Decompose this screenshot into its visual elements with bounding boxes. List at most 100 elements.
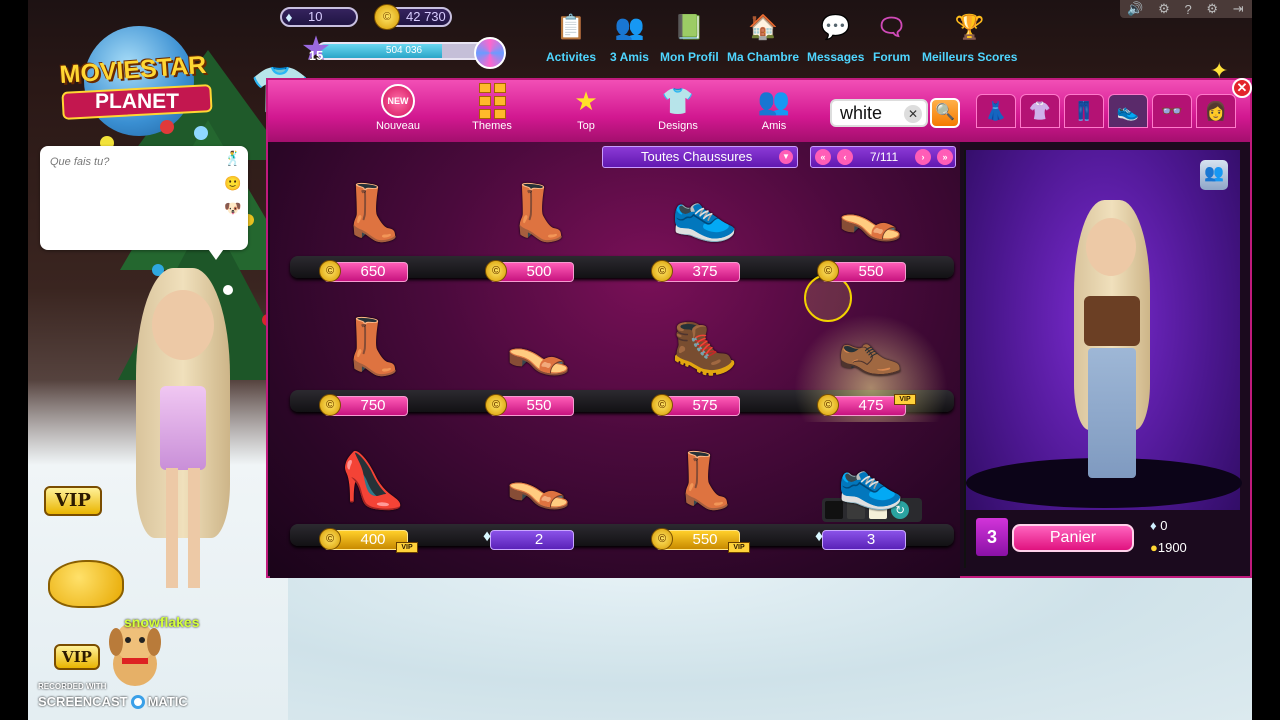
tshirt-icon: 👕 (661, 85, 695, 116)
nav-highscores[interactable]: 🏆 Meilleurs Scores (922, 10, 1017, 65)
tab-top[interactable]: ★ Top (546, 84, 626, 133)
shoe-icon: 👟 (1116, 100, 1140, 121)
diamond-counter[interactable]: ♦ 10 (280, 7, 358, 27)
piggy-bank-icon[interactable] (48, 560, 124, 608)
category-dresses-tab[interactable]: 👗 (976, 94, 1016, 128)
shoe-filter-dropdown[interactable]: Toutes Chaussures ▼ (602, 146, 798, 168)
tab-label: Nouveau (375, 120, 421, 132)
sound-icon[interactable]: 🔊 (1127, 1, 1143, 17)
avatar-preview: 👥 3 Panier ♦ 0 ●1900 (964, 150, 1242, 568)
shop-item[interactable]: 👢 © 550 VIP (622, 442, 788, 556)
nav-label: Forum (873, 50, 911, 64)
shop-item[interactable]: 👢 © 650 (290, 174, 456, 288)
price-value: 550 (692, 531, 718, 548)
pose-icon[interactable]: 🕺 (224, 150, 241, 167)
tab-friends[interactable]: 👥 Amis (734, 84, 814, 133)
face-icon[interactable]: 🙂 (224, 175, 241, 192)
search-button[interactable]: 🔍 (930, 98, 960, 128)
tab-themes[interactable]: Themes (452, 83, 532, 132)
exit-icon[interactable]: ⇥ (1233, 1, 1244, 17)
nav-activites[interactable]: 📋 Activites (546, 10, 596, 65)
friends-icon: 👥 (757, 85, 791, 116)
chat-input-bubble[interactable]: Que fais tu? 🕺 🙂 🐶 (40, 146, 248, 250)
coin-icon: © (485, 260, 507, 282)
category-accessories-tab[interactable]: 👓 (1152, 94, 1192, 128)
category-pants-tab[interactable]: 👖 (1064, 94, 1104, 128)
shop-item[interactable]: 👞 © 475 VIP (788, 308, 954, 422)
top-icon: 👚 (1028, 100, 1052, 121)
shop-item[interactable]: 👢 © 500 (456, 174, 622, 288)
cart-button[interactable]: Panier (1012, 524, 1134, 552)
shoe-image: 🥾 (671, 317, 739, 377)
last-page-icon[interactable]: » (937, 149, 953, 165)
compare-avatars-icon[interactable]: 👥 (1200, 160, 1228, 190)
settings-cog-icon[interactable]: ⚙ (1158, 1, 1170, 17)
player-avatar[interactable] (128, 268, 238, 598)
coin-icon: © (651, 260, 673, 282)
shopping-bag-icon[interactable]: 3 (976, 518, 1008, 556)
next-page-icon[interactable]: › (915, 149, 931, 165)
moviestar-planet-logo[interactable]: MOVIESTAR PLANET (44, 16, 220, 166)
shop-window: NEW Nouveau Themes ★ Top 👕 Designs 👥 Ami… (266, 78, 1252, 578)
diamond-count: 10 (308, 9, 323, 24)
vip-badge[interactable]: VIP (44, 486, 102, 516)
nav-forum[interactable]: 🗨 Forum (873, 10, 911, 65)
category-hair-tab[interactable]: 👩 (1196, 94, 1236, 128)
shop-item[interactable]: 👢 © 750 (290, 308, 456, 422)
coin-icon: © (651, 394, 673, 416)
player-nickname: snowflakes (124, 614, 200, 630)
watermark-screencast: SCREENCAST (38, 694, 128, 709)
nav-messages[interactable]: 💬 Messages (807, 10, 864, 65)
gear-icon[interactable]: ⚙ (1206, 1, 1218, 17)
price-tag: ♦ 3 (815, 528, 906, 550)
shop-item[interactable]: 👟 © 375 (622, 174, 788, 288)
nav-room[interactable]: 🏠 Ma Chambre (727, 10, 800, 65)
sparkle-icon: ✦ (1210, 58, 1229, 83)
help-icon[interactable]: ? (1184, 2, 1191, 17)
nav-label: Ma Chambre (727, 50, 800, 64)
pink-dress (160, 386, 206, 470)
price-value: 375 (692, 263, 718, 280)
coin-icon: © (817, 394, 839, 416)
filter-value: Toutes Chaussures (641, 149, 753, 164)
vip-tag: VIP (396, 542, 418, 553)
shop-item[interactable]: 👡 © 550 (788, 174, 954, 288)
nav-profile[interactable]: 📗 Mon Profil (660, 10, 719, 65)
gift-wheel-icon[interactable] (474, 37, 506, 69)
tab-new[interactable]: NEW Nouveau (358, 84, 438, 132)
page-indicator: 7/111 (869, 150, 899, 164)
shop-item[interactable]: 👠 © 400 VIP (290, 442, 456, 556)
vip-club-badge[interactable]: VIP (54, 644, 100, 670)
shop-item[interactable]: 👡 ♦ 2 (456, 442, 622, 556)
chat-bubbles-icon: 💬 (820, 13, 851, 41)
chat-side-tools: 🕺 🙂 🐶 (222, 150, 244, 217)
category-shoes-tab[interactable]: 👟 (1108, 94, 1148, 128)
search-icon: 🔍 (935, 104, 955, 121)
pants-icon: 👖 (1072, 100, 1096, 121)
price-tag: © 575 (651, 394, 740, 416)
tab-designs[interactable]: 👕 Designs (638, 84, 718, 133)
first-page-icon[interactable]: « (815, 149, 831, 165)
search-input[interactable]: white ✕ (830, 99, 928, 127)
pet-icon[interactable]: 🐶 (224, 200, 241, 217)
cart-coins: 1900 (1157, 540, 1187, 555)
coin-icon: ● (1150, 540, 1158, 555)
coin-counter[interactable]: © 42 730 (374, 4, 452, 30)
shoe-image: 👢 (671, 451, 739, 511)
system-controls: 🔊 ⚙ ? ⚙ ⇥ ⤢ (1120, 0, 1252, 18)
prev-page-icon[interactable]: ‹ (837, 149, 853, 165)
price-tag: © 550 (485, 394, 574, 416)
preview-avatar (1070, 200, 1154, 500)
price-value: 750 (360, 397, 386, 414)
clear-search-icon[interactable]: ✕ (904, 105, 922, 123)
chevron-down-icon: ▼ (779, 150, 793, 164)
hair-icon: 👩 (1204, 100, 1228, 121)
shop-item[interactable]: 👡 © 550 (456, 308, 622, 422)
forum-icon: 🗨 (876, 13, 907, 41)
shop-item[interactable]: 🥾 © 575 (622, 308, 788, 422)
close-shop-button[interactable]: ✕ (1232, 78, 1252, 98)
diamond-icon: ♦ (285, 9, 293, 25)
nav-friends[interactable]: 👥 3 Amis (610, 10, 649, 65)
category-tops-tab[interactable]: 👚 (1020, 94, 1060, 128)
shop-item[interactable]: 👟 ♦ 3 (788, 442, 954, 556)
